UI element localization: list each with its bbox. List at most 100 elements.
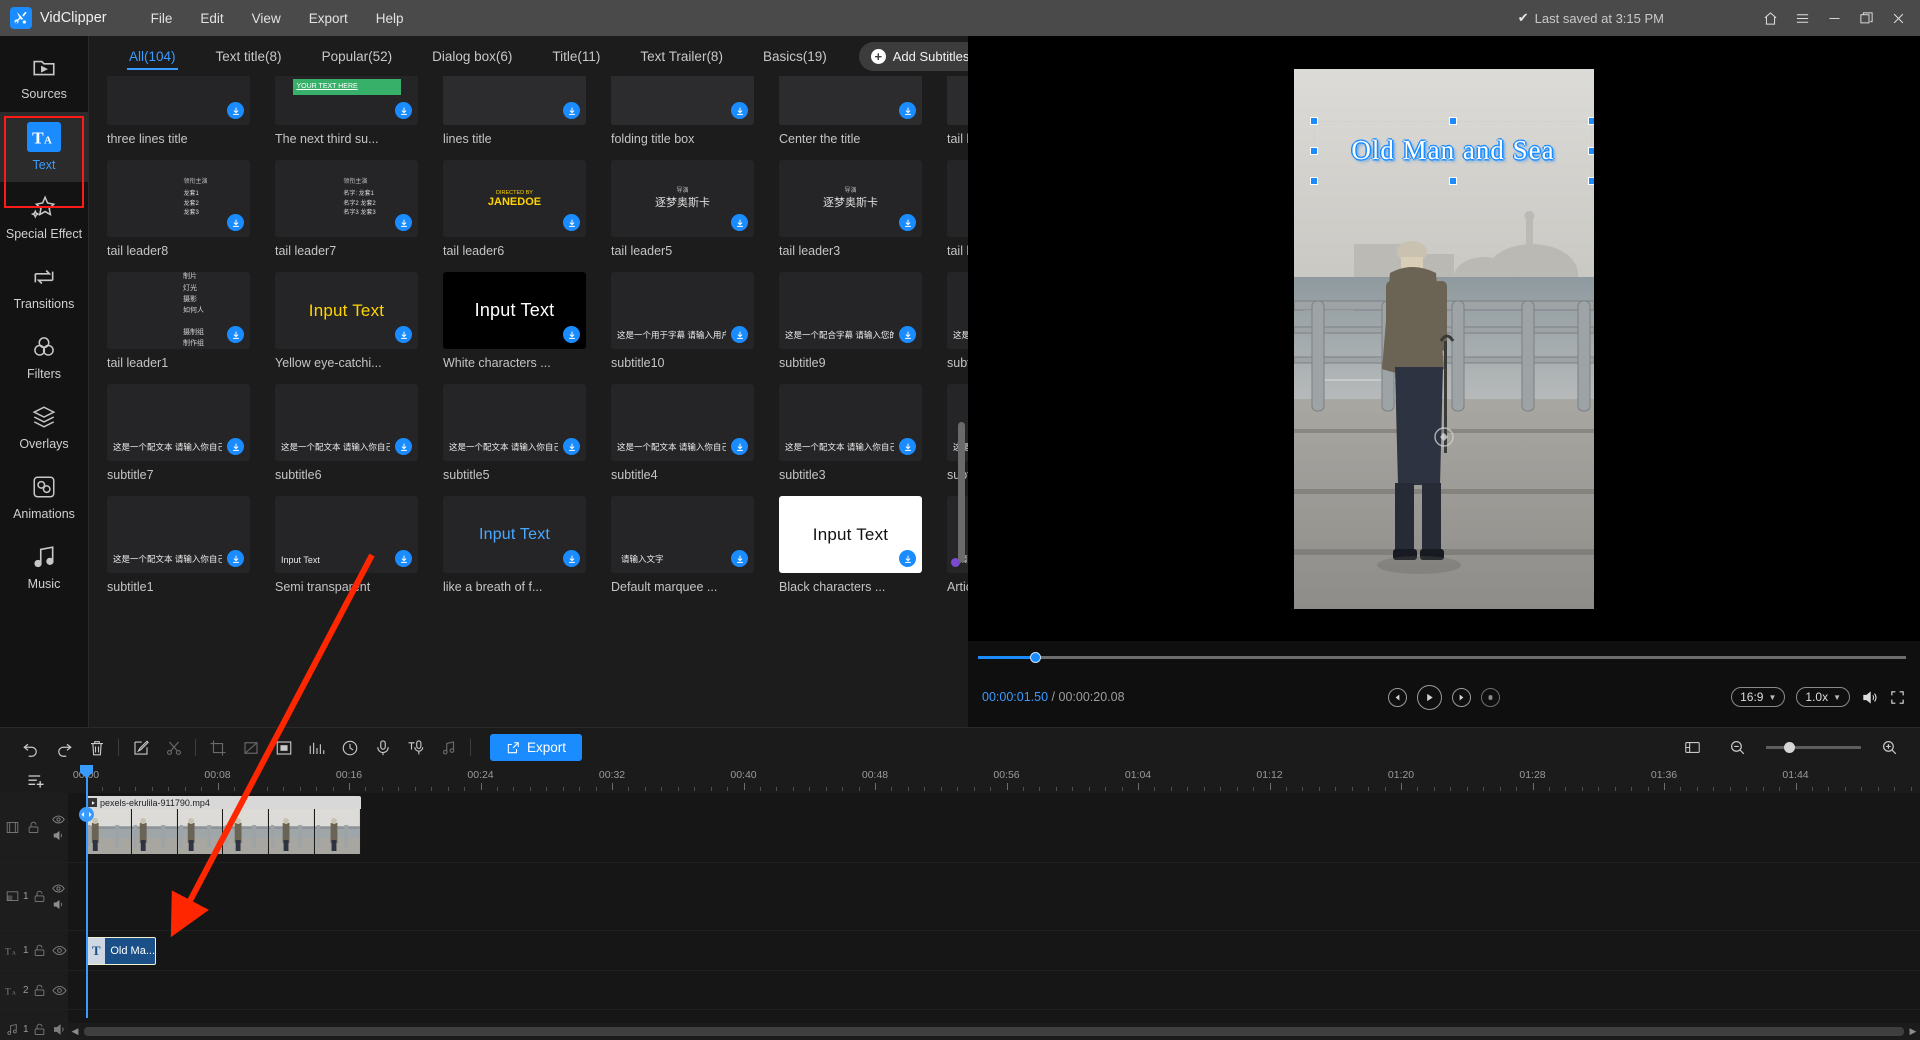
template-item[interactable]: 这是一个配文本 请输入你自己的内容 subtitle4 xyxy=(611,384,754,482)
play-button[interactable] xyxy=(1417,684,1442,710)
download-icon[interactable] xyxy=(227,214,244,231)
template-thumbnail[interactable]: 这是一个用于字幕 请输入用户名内容 xyxy=(611,272,754,349)
sidebar-item-filters[interactable]: Filters xyxy=(0,322,88,392)
tab-title[interactable]: Title(11) xyxy=(532,43,620,70)
timeline-horizontal-scrollbar[interactable]: ◀ ▶ xyxy=(68,1023,1920,1040)
template-item[interactable]: Input Text Yellow eye-catchi... xyxy=(275,272,418,370)
lock-icon[interactable] xyxy=(32,983,47,998)
template-thumbnail[interactable]: 这是一个配文本 请输入你自己的内容 xyxy=(107,496,250,573)
hamburger-menu-icon[interactable] xyxy=(1786,0,1818,36)
sidebar-item-animations[interactable]: Animations xyxy=(0,462,88,532)
tab-text-trailer[interactable]: Text Trailer(8) xyxy=(620,43,743,70)
add-subtitles-button[interactable]: + Add Subtitles xyxy=(858,41,986,71)
lock-icon[interactable] xyxy=(32,1022,47,1037)
scroll-left-arrow-icon[interactable]: ◀ xyxy=(68,1026,82,1037)
restore-icon[interactable] xyxy=(1850,0,1882,36)
menu-view[interactable]: View xyxy=(238,5,295,32)
template-thumbnail[interactable]: Input Text xyxy=(443,496,586,573)
delete-button[interactable] xyxy=(80,731,113,764)
video-clip[interactable]: pexels-ekrulila-911790.mp4 xyxy=(86,796,361,854)
speaker-icon[interactable] xyxy=(52,829,65,842)
playback-speed-select[interactable]: 1.0x ▼ xyxy=(1796,687,1850,707)
track-lane-overlay[interactable] xyxy=(68,863,1920,930)
download-icon[interactable] xyxy=(731,550,748,567)
close-icon[interactable] xyxy=(1882,0,1914,36)
minimize-icon[interactable] xyxy=(1818,0,1850,36)
template-thumbnail[interactable]: Input Text xyxy=(779,496,922,573)
text-overlay-selection-box[interactable]: Old Man and Sea xyxy=(1310,116,1594,185)
template-item[interactable]: Input Text White characters ... xyxy=(443,272,586,370)
download-icon[interactable] xyxy=(731,438,748,455)
resize-handle-mr[interactable] xyxy=(1588,146,1594,155)
tab-all[interactable]: All(104) xyxy=(109,43,196,70)
template-item[interactable]: 请输入文字请输入文字 three lines title xyxy=(107,76,250,146)
link-audio-button[interactable] xyxy=(432,731,465,764)
crop-button[interactable] xyxy=(201,731,234,764)
zoom-out-button[interactable] xyxy=(1721,731,1754,764)
template-thumbnail[interactable]: 请输入文字 xyxy=(611,496,754,573)
template-item[interactable]: 这是一个配文本 请输入你自己的内容 subtitle7 xyxy=(107,384,250,482)
zoom-in-button[interactable] xyxy=(1873,731,1906,764)
template-item[interactable]: lines title xyxy=(443,76,586,146)
sidebar-item-music[interactable]: Music xyxy=(0,532,88,602)
eye-icon[interactable] xyxy=(52,882,65,895)
template-item[interactable]: 领衔主演 龙套1 龙套2 龙套3 tail leader8 xyxy=(107,160,250,258)
eye-icon[interactable] xyxy=(51,983,67,998)
template-thumbnail[interactable]: 这是一个配文本 请输入你自己的内容 xyxy=(275,384,418,461)
template-item[interactable]: 导演 逐梦奥斯卡 tail leader5 xyxy=(611,160,754,258)
resize-handle-br[interactable] xyxy=(1588,176,1594,185)
playhead[interactable] xyxy=(79,765,94,1018)
template-thumbnail[interactable]: Input Text xyxy=(275,272,418,349)
timeline-scroll-thumb[interactable] xyxy=(84,1027,1904,1036)
video-preview[interactable]: Old Man and Sea xyxy=(1294,68,1594,609)
menu-help[interactable]: Help xyxy=(362,5,418,32)
track-lane-video[interactable]: pexels-ekrulila-911790.mp4 xyxy=(68,793,1920,862)
download-icon[interactable] xyxy=(563,550,580,567)
template-thumbnail[interactable]: 导演逐梦奥斯卡 xyxy=(779,160,922,237)
template-item[interactable]: Input Text Semi transparent xyxy=(275,496,418,594)
template-thumbnail[interactable]: 这是一个配合字幕 请输入您的字幕内容 xyxy=(779,272,922,349)
download-icon[interactable] xyxy=(899,102,916,119)
track-lane-text-2[interactable] xyxy=(68,971,1920,1009)
timeline-ruler[interactable]: 00:0000:0800:1600:2400:3200:4000:4800:56… xyxy=(0,767,1920,793)
tab-dialog-box[interactable]: Dialog box(6) xyxy=(412,43,532,70)
audio-wave-button[interactable] xyxy=(300,731,333,764)
template-item[interactable]: 这是一个配文本 请输入你自己的内容 subtitle1 xyxy=(107,496,250,594)
download-icon[interactable] xyxy=(395,326,412,343)
timeline-zoom-knob[interactable] xyxy=(1784,742,1795,753)
template-thumbnail[interactable]: Input Text xyxy=(275,496,418,573)
resize-handle-tl[interactable] xyxy=(1310,116,1318,125)
download-icon[interactable] xyxy=(395,438,412,455)
track-header-overlay[interactable]: 1 xyxy=(0,863,68,930)
menu-edit[interactable]: Edit xyxy=(186,5,237,32)
record-button[interactable] xyxy=(366,731,399,764)
template-item[interactable]: Input Text like a breath of f... xyxy=(443,496,586,594)
download-icon[interactable] xyxy=(899,326,916,343)
template-thumbnail[interactable]: DIRECTED BY JANEDOE xyxy=(443,160,586,237)
template-item[interactable]: 导演 逐梦奥斯卡 tail leader3 xyxy=(779,160,922,258)
sidebar-item-overlays[interactable]: Overlays xyxy=(0,392,88,462)
tab-popular[interactable]: Popular(52) xyxy=(302,43,413,70)
undo-button[interactable] xyxy=(14,731,47,764)
template-item[interactable]: 这是一个配合字幕 请输入您的字幕内容 subtitle9 xyxy=(779,272,922,370)
fit-timeline-button[interactable] xyxy=(1676,731,1709,764)
preview-seek-knob[interactable] xyxy=(1030,652,1041,663)
timeline-zoom-slider[interactable] xyxy=(1766,742,1861,753)
template-item[interactable]: 这是一个配文本 请输入你自己的内容 subtitle3 xyxy=(779,384,922,482)
track-header-text-1[interactable]: TA 1 xyxy=(0,931,68,970)
scroll-right-arrow-icon[interactable]: ▶ xyxy=(1906,1026,1920,1037)
playhead-marker[interactable] xyxy=(79,807,94,822)
template-scrollbar-thumb[interactable] xyxy=(958,422,965,562)
template-thumbnail[interactable] xyxy=(779,76,922,125)
redo-button[interactable] xyxy=(47,731,80,764)
sidebar-item-sources[interactable]: Sources xyxy=(0,42,88,112)
download-icon[interactable] xyxy=(227,550,244,567)
speed-button[interactable] xyxy=(234,731,267,764)
download-icon[interactable] xyxy=(395,214,412,231)
template-item[interactable]: DIRECTED BY JANEDOE tail leader6 xyxy=(443,160,586,258)
template-item[interactable]: 这是一个配文本 请输入你自己的内容 subtitle5 xyxy=(443,384,586,482)
template-thumbnail[interactable]: 领衔主演 龙套1 龙套2 龙套3 xyxy=(107,160,250,237)
resize-handle-bc[interactable] xyxy=(1449,176,1457,185)
download-icon[interactable] xyxy=(563,102,580,119)
track-header-text-2[interactable]: TA 2 xyxy=(0,971,68,1009)
